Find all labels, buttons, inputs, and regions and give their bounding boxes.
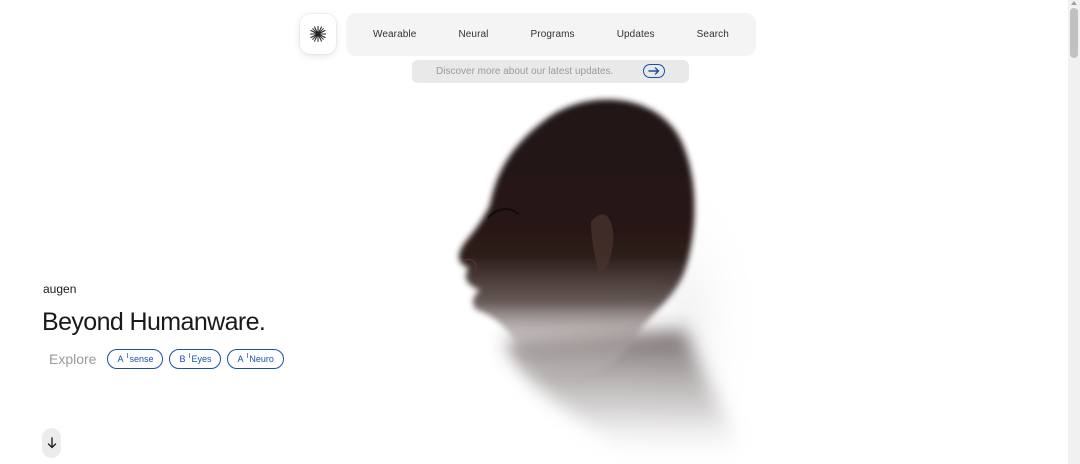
logo-button[interactable] [300,14,336,54]
sparkle-asterisk-icon [310,26,326,42]
nav-item-neural[interactable]: Neural [458,29,488,40]
updates-arrow-button[interactable] [643,64,665,78]
nav-item-updates[interactable]: Updates [617,29,655,40]
scrollbar-thumb[interactable] [1070,8,1078,58]
brand-name: augen [43,282,77,296]
explore-label: Explore [49,351,97,367]
scroll-down-button[interactable] [42,428,61,458]
chip-letter: A [117,354,124,364]
chip-marker: I [246,352,249,360]
chip-eyes[interactable]: B I Eyes [169,349,222,369]
page-scrollbar[interactable] [1068,0,1080,464]
chip-letter: A [237,354,244,364]
arrow-right-icon [648,67,660,75]
explore-row: Explore A I sense B I Eyes A I Neuro [49,349,290,369]
nav-item-programs[interactable]: Programs [531,29,575,40]
nav-item-search[interactable]: Search [697,29,729,40]
chip-sense[interactable]: A I sense [107,349,164,369]
nav-item-wearable[interactable]: Wearable [373,29,416,40]
chip-marker: I [126,352,129,360]
chip-label: Eyes [191,354,212,364]
top-nav: Wearable Neural Programs Updates Search [346,13,756,56]
arrow-down-icon [47,437,56,449]
updates-banner-text: Discover more about our latest updates. [436,66,614,77]
chip-neuro[interactable]: A I Neuro [227,349,284,369]
chip-label: Neuro [249,354,274,364]
hero-headline: Beyond Humanware. [42,308,266,336]
hero-head-silhouette-image [458,99,765,464]
chip-marker: I [188,352,191,360]
scroll-up-arrow-icon[interactable] [1071,0,1077,6]
chip-label: sense [129,354,154,364]
chip-letter: B [179,354,186,364]
